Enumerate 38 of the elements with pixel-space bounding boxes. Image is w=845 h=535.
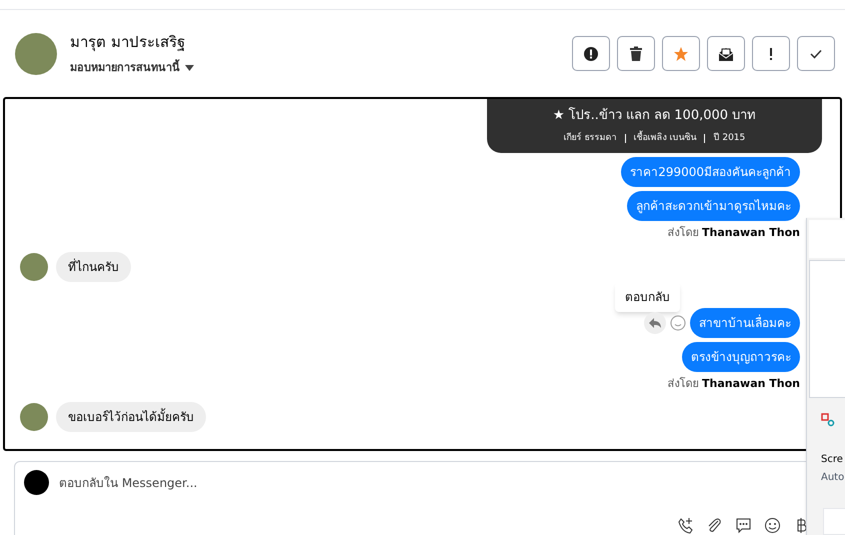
avatar: [15, 32, 57, 74]
outgoing-message: ตรงข้างบุญถาวรคะ: [682, 342, 800, 372]
exclamation-button[interactable]: [752, 36, 790, 71]
emoji-icon[interactable]: [764, 517, 781, 534]
contact-name: มารุต มาประเสริฐ: [70, 32, 186, 54]
sender-label: ส่งโดย Thanawan Thon: [668, 376, 800, 392]
chat-bubble-icon[interactable]: [735, 517, 752, 534]
check-button[interactable]: [797, 36, 835, 71]
spec-text: เชื้อเพลิง เบนซิน: [634, 132, 696, 144]
paperclip-icon[interactable]: [706, 517, 723, 534]
alert-icon: [583, 46, 599, 62]
envelope-button[interactable]: [707, 36, 745, 71]
incoming-message: ที่ไกนครับ: [56, 252, 131, 282]
overlay-title: Scre: [821, 453, 843, 467]
outgoing-message: ลูกค้าสะดวกเข้ามาดูรถไหมคะ: [627, 191, 800, 221]
avatar: [20, 403, 48, 431]
phone-plus-icon[interactable]: [677, 517, 694, 534]
reply-tooltip: ตอบกลับ: [615, 282, 680, 312]
assign-dropdown[interactable]: มอบหมายการสนทนานี้: [70, 60, 194, 76]
trash-button[interactable]: [617, 36, 655, 71]
star-button[interactable]: [662, 36, 700, 71]
alert-button[interactable]: [572, 36, 610, 71]
trash-icon: [628, 46, 644, 62]
avatar: [20, 252, 48, 280]
spec-text: เกียร์ ธรรมดา: [564, 132, 617, 144]
reply-icon[interactable]: [644, 312, 666, 334]
outgoing-message: สาขาบ้านเลื่อมคะ: [690, 308, 800, 338]
sender-label: ส่งโดย Thanawan Thon: [668, 225, 800, 241]
spec-text: ปี 2015: [713, 132, 746, 144]
promo-text: ★ โปร..ข้าว แลก ลด 100,000 บาท: [552, 106, 756, 125]
envelope-icon: [718, 46, 734, 62]
caret-icon: [185, 64, 194, 71]
incoming-message: ขอเบอร์ไว้ก่อนได้มั้ยครับ: [56, 402, 206, 432]
page-avatar: [24, 470, 49, 495]
reply-input-field[interactable]: ตอบกลับใน Messenger...: [59, 474, 459, 492]
overlay-subtitle: Auto: [821, 471, 844, 485]
star-icon: [673, 46, 689, 62]
outgoing-message: ราคา299000มีสองคันคะลูกค้า: [621, 157, 800, 187]
